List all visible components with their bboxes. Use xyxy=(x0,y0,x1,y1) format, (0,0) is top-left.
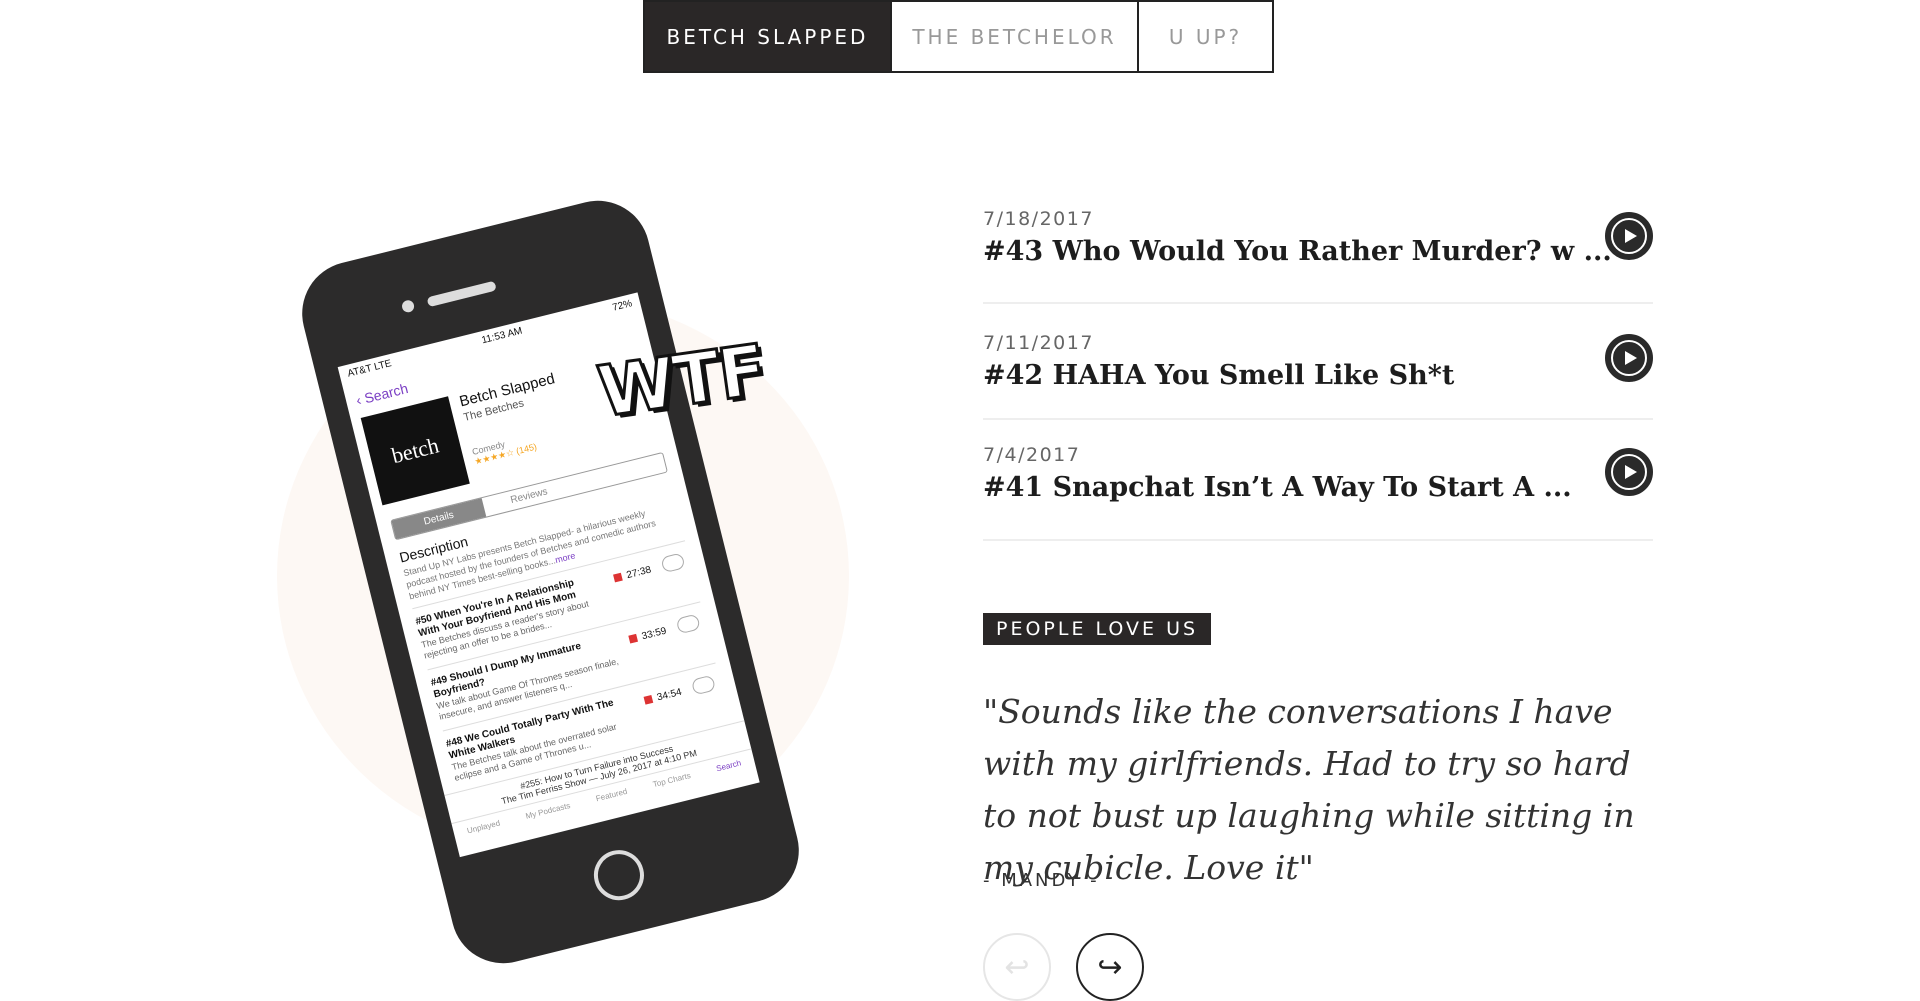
explicit-icon xyxy=(628,633,639,644)
phone-tab-unplayed: Unplayed xyxy=(466,818,502,836)
phone-tab-top-charts: Top Charts xyxy=(651,770,692,790)
camera-icon xyxy=(400,298,416,314)
phone-episode-duration: 33:59 xyxy=(640,625,668,643)
phone-body: AT&T LTE 11:53 AM 72% ‹ Search betch Bet… xyxy=(291,189,810,975)
desc-more: more xyxy=(554,550,577,566)
episode-row: 7/18/2017 #43 Who Would You Rather Murde… xyxy=(983,200,1653,304)
speaker-grill xyxy=(426,280,497,308)
episode-title[interactable]: #43 Who Would You Rather Murder? w ... xyxy=(983,236,1653,267)
episode-date: 7/11/2017 xyxy=(983,332,1094,354)
download-cloud-icon xyxy=(675,613,701,635)
next-testimonial-button[interactable]: ↪ xyxy=(1076,933,1144,1001)
episode-date: 7/4/2017 xyxy=(983,444,1081,466)
episode-row: 7/11/2017 #42 HAHA You Smell Like Sh*t xyxy=(983,304,1653,420)
phone-illustration: AT&T LTE 11:53 AM 72% ‹ Search betch Bet… xyxy=(291,189,818,975)
episode-title[interactable]: #41 Snapchat Isn’t A Way To Start A ... xyxy=(983,472,1653,503)
tab-betch-slapped[interactable]: BETCH SLAPPED xyxy=(643,0,892,73)
play-button[interactable] xyxy=(1605,334,1653,382)
explicit-icon xyxy=(613,572,623,583)
home-button xyxy=(588,844,650,906)
arrow-left-icon: ↩ xyxy=(1004,950,1030,984)
episode-row: 7/4/2017 #41 Snapchat Isn’t A Way To Sta… xyxy=(983,420,1653,541)
play-icon xyxy=(1611,218,1647,254)
episode-date: 7/18/2017 xyxy=(983,208,1094,230)
arrow-right-icon: ↪ xyxy=(1097,950,1123,984)
play-icon xyxy=(1611,454,1647,490)
art-text: betch xyxy=(388,432,442,469)
previous-testimonial-button[interactable]: ↩ xyxy=(983,933,1051,1001)
episode-title[interactable]: #42 HAHA You Smell Like Sh*t xyxy=(983,360,1653,391)
podcast-tabs: BETCH SLAPPED THE BETCHELOR U UP? xyxy=(643,0,1274,73)
download-cloud-icon xyxy=(660,552,686,574)
people-love-us-badge: PEOPLE LOVE US xyxy=(983,613,1212,645)
tab-u-up[interactable]: U UP? xyxy=(1137,0,1274,73)
testimonial-quote: "Sounds like the conversations I have wi… xyxy=(983,692,1635,887)
phone-episode-duration: 34:54 xyxy=(655,686,683,704)
phone-episode-duration: 27:38 xyxy=(625,564,653,582)
testimonial-author: - MANDY - xyxy=(983,870,1100,891)
play-button[interactable] xyxy=(1605,448,1653,496)
phone-tab-my-podcasts: My Podcasts xyxy=(524,800,572,821)
download-cloud-icon xyxy=(690,674,717,696)
podcast-meta: Betch Slapped The Betches Comedy ★★★★☆ (… xyxy=(448,370,574,483)
phone-tab-search: Search xyxy=(715,758,743,774)
play-icon xyxy=(1611,340,1647,376)
explicit-icon xyxy=(643,694,654,705)
episode-list: 7/18/2017 #43 Who Would You Rather Murde… xyxy=(983,200,1653,541)
battery: 72% xyxy=(611,298,634,314)
play-button[interactable] xyxy=(1605,212,1653,260)
phone-tab-featured: Featured xyxy=(594,786,629,804)
tab-the-betchelor[interactable]: THE BETCHELOR xyxy=(890,0,1139,73)
